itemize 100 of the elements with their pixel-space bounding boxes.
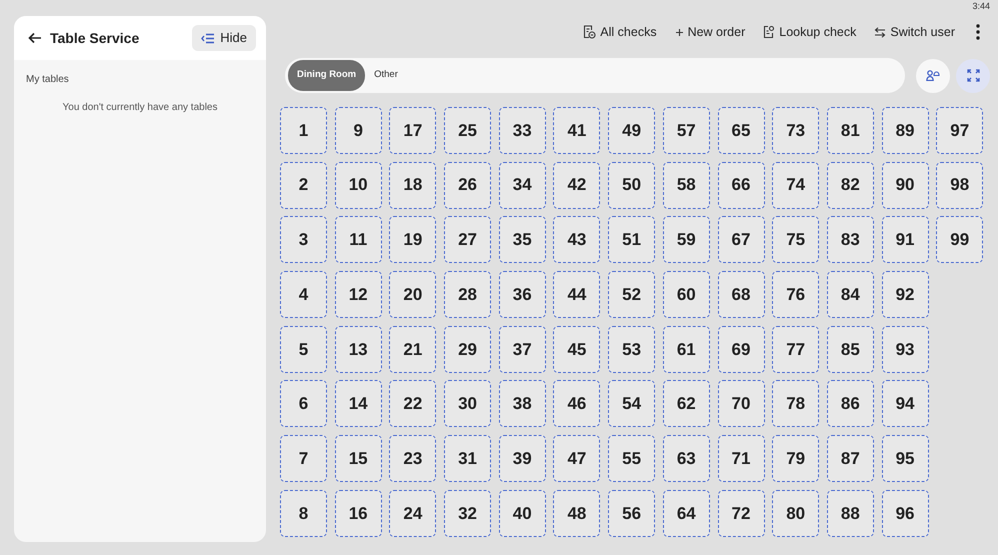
table-button[interactable]: 38 <box>498 380 546 428</box>
table-button[interactable]: 51 <box>608 216 656 264</box>
table-button[interactable]: 75 <box>772 216 820 264</box>
table-button[interactable]: 61 <box>662 326 710 373</box>
table-button[interactable]: 8 <box>280 490 327 537</box>
table-button[interactable]: 87 <box>826 435 874 482</box>
table-button[interactable]: 98 <box>936 162 984 209</box>
table-button[interactable]: 18 <box>389 162 436 209</box>
table-button[interactable]: 28 <box>444 271 492 318</box>
table-button[interactable]: 9 <box>334 107 382 154</box>
table-button[interactable]: 26 <box>444 162 492 209</box>
table-button[interactable]: 55 <box>608 435 656 482</box>
table-button[interactable]: 43 <box>553 216 600 264</box>
table-button[interactable]: 45 <box>553 326 600 373</box>
table-button[interactable]: 84 <box>826 271 874 318</box>
table-button[interactable]: 58 <box>662 162 710 209</box>
table-button[interactable]: 31 <box>444 435 492 482</box>
table-button[interactable]: 85 <box>826 326 874 373</box>
table-button[interactable]: 71 <box>718 435 764 482</box>
table-button[interactable]: 36 <box>498 271 546 318</box>
table-button[interactable]: 59 <box>662 216 710 264</box>
table-button[interactable]: 68 <box>718 271 764 318</box>
table-button[interactable]: 96 <box>882 490 929 537</box>
table-button[interactable]: 2 <box>280 162 327 209</box>
table-button[interactable]: 77 <box>772 326 820 373</box>
table-button[interactable]: 95 <box>882 435 929 482</box>
table-button[interactable]: 27 <box>444 216 492 264</box>
room-tab[interactable]: Other <box>365 60 407 91</box>
fullscreen-button[interactable] <box>956 58 990 92</box>
table-button[interactable]: 91 <box>882 216 929 264</box>
hide-button[interactable]: Hide <box>192 25 256 51</box>
table-button[interactable]: 41 <box>553 107 600 154</box>
table-button[interactable]: 62 <box>662 380 710 428</box>
table-button[interactable]: 88 <box>826 490 874 537</box>
table-button[interactable]: 78 <box>772 380 820 428</box>
table-button[interactable]: 64 <box>662 490 710 537</box>
table-button[interactable]: 47 <box>553 435 600 482</box>
table-button[interactable]: 48 <box>553 490 600 537</box>
table-button[interactable]: 81 <box>826 107 874 154</box>
table-button[interactable]: 56 <box>608 490 656 537</box>
table-button[interactable]: 79 <box>772 435 820 482</box>
table-button[interactable]: 6 <box>280 380 327 428</box>
table-button[interactable]: 17 <box>389 107 436 154</box>
table-button[interactable]: 12 <box>334 271 382 318</box>
table-button[interactable]: 15 <box>334 435 382 482</box>
room-tab[interactable]: Dining Room <box>288 60 366 91</box>
table-button[interactable]: 83 <box>826 216 874 264</box>
table-button[interactable]: 53 <box>608 326 656 373</box>
table-button[interactable]: 60 <box>662 271 710 318</box>
table-button[interactable]: 57 <box>662 107 710 154</box>
table-button[interactable]: 92 <box>882 271 929 318</box>
table-button[interactable]: 22 <box>389 380 436 428</box>
table-button[interactable]: 42 <box>553 162 600 209</box>
table-button[interactable]: 23 <box>389 435 436 482</box>
table-button[interactable]: 49 <box>608 107 656 154</box>
table-button[interactable]: 7 <box>280 435 327 482</box>
table-button[interactable]: 82 <box>826 162 874 209</box>
table-button[interactable]: 30 <box>444 380 492 428</box>
table-button[interactable]: 39 <box>498 435 546 482</box>
table-button[interactable]: 72 <box>718 490 764 537</box>
table-button[interactable]: 76 <box>772 271 820 318</box>
table-button[interactable]: 37 <box>498 326 546 373</box>
table-button[interactable]: 35 <box>498 216 546 264</box>
table-button[interactable]: 32 <box>444 490 492 537</box>
table-button[interactable]: 65 <box>718 107 764 154</box>
table-button[interactable]: 16 <box>334 490 382 537</box>
new-order-button[interactable]: New order <box>668 18 752 46</box>
table-button[interactable]: 13 <box>334 326 382 373</box>
lookup-check-button[interactable]: Lookup check <box>756 18 864 46</box>
table-button[interactable]: 80 <box>772 490 820 537</box>
table-button[interactable]: 19 <box>389 216 436 264</box>
table-button[interactable]: 50 <box>608 162 656 209</box>
table-button[interactable]: 66 <box>718 162 764 209</box>
table-button[interactable]: 52 <box>608 271 656 318</box>
table-button[interactable]: 99 <box>936 216 984 264</box>
table-button[interactable]: 74 <box>772 162 820 209</box>
all-checks-button[interactable]: All checks <box>576 18 664 46</box>
table-button[interactable]: 11 <box>334 216 382 264</box>
table-button[interactable]: 70 <box>718 380 764 428</box>
table-button[interactable]: 86 <box>826 380 874 428</box>
table-button[interactable]: 46 <box>553 380 600 428</box>
table-button[interactable]: 69 <box>718 326 764 373</box>
table-button[interactable]: 73 <box>772 107 820 154</box>
table-button[interactable]: 67 <box>718 216 764 264</box>
table-button[interactable]: 90 <box>882 162 929 209</box>
table-button[interactable]: 97 <box>936 107 984 154</box>
table-button[interactable]: 1 <box>280 107 327 154</box>
table-button[interactable]: 44 <box>553 271 600 318</box>
table-button[interactable]: 94 <box>882 380 929 428</box>
table-button[interactable]: 10 <box>334 162 382 209</box>
table-button[interactable]: 29 <box>444 326 492 373</box>
table-button[interactable]: 14 <box>334 380 382 428</box>
table-button[interactable]: 34 <box>498 162 546 209</box>
table-button[interactable]: 4 <box>280 271 327 318</box>
table-button[interactable]: 20 <box>389 271 436 318</box>
table-button[interactable]: 93 <box>882 326 929 373</box>
table-button[interactable]: 63 <box>662 435 710 482</box>
guests-button[interactable] <box>916 58 950 92</box>
switch-user-button[interactable]: Switch user <box>867 18 962 46</box>
back-arrow-icon[interactable] <box>28 32 42 44</box>
